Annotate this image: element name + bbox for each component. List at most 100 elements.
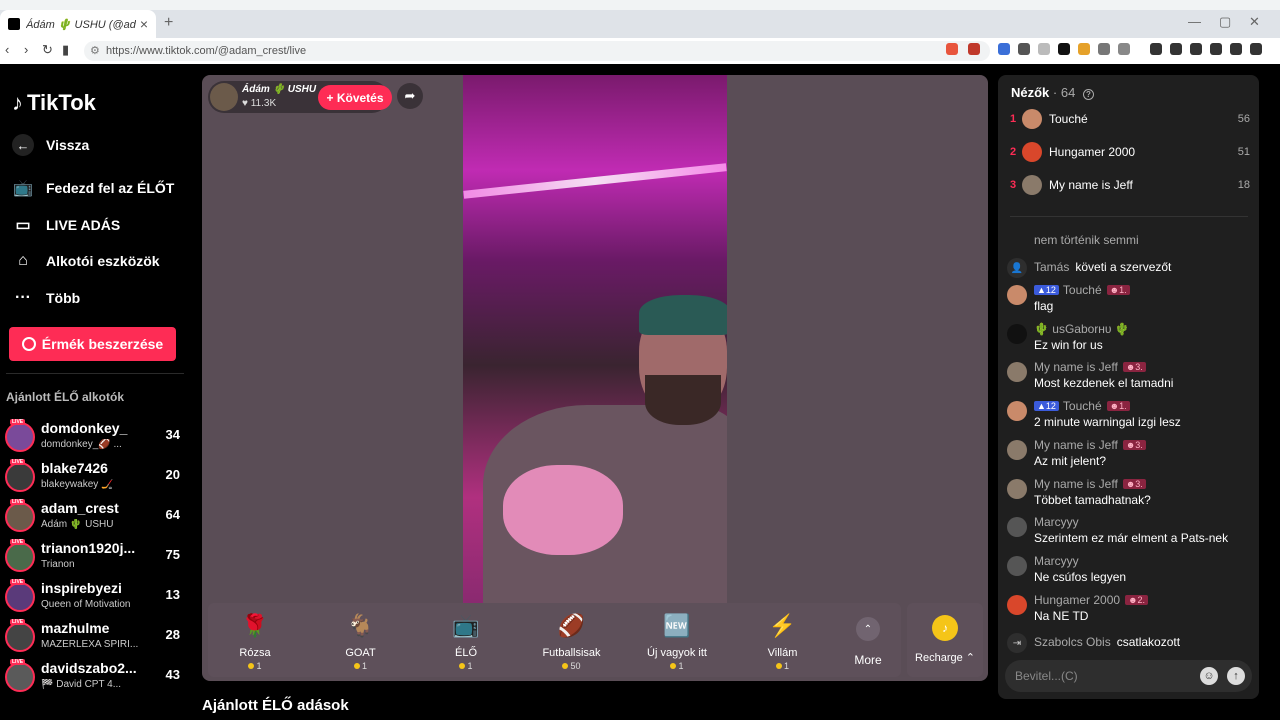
host-name[interactable]: Ádám 🌵 USHU <box>242 84 316 95</box>
avatar[interactable] <box>5 462 35 492</box>
leo-icon[interactable] <box>1210 43 1222 55</box>
username[interactable]: My name is Jeff <box>1034 360 1118 374</box>
avatar[interactable] <box>5 502 35 532</box>
get-coins-button[interactable]: Érmék beszerzése <box>9 327 176 361</box>
extension-icon[interactable] <box>1058 43 1070 55</box>
avatar[interactable] <box>5 422 35 452</box>
viewer-name[interactable]: Touché <box>1049 112 1088 126</box>
top-viewer-row[interactable]: 2 Hungamer 2000 51 <box>1010 142 1250 164</box>
sidebar-icon[interactable] <box>1170 43 1182 55</box>
username[interactable]: Tamás <box>1034 260 1069 274</box>
creator-item[interactable]: LIVE inspirebyezi Queen of Motivation 13 <box>5 579 185 616</box>
avatar[interactable] <box>1007 323 1027 344</box>
emoji-icon[interactable]: ☺ <box>1200 667 1218 685</box>
host-avatar[interactable] <box>210 83 238 111</box>
avatar[interactable] <box>1007 594 1027 615</box>
creator-item[interactable]: LIVE trianon1920j... Trianon 75 <box>5 539 185 576</box>
rewards-icon[interactable] <box>968 43 980 55</box>
address-bar[interactable]: ⚙ https://www.tiktok.com/@adam_crest/liv… <box>84 41 990 61</box>
avatar[interactable] <box>1007 555 1027 576</box>
forward-arrow-icon[interactable]: › <box>24 42 28 57</box>
avatar[interactable] <box>1007 478 1027 499</box>
help-icon[interactable]: ? <box>1082 89 1094 100</box>
username[interactable]: Marcyyy <box>1034 515 1079 529</box>
viewer-name[interactable]: Hungamer 2000 <box>1049 145 1135 159</box>
viewer-name[interactable]: My name is Jeff <box>1049 178 1133 192</box>
gift-item[interactable]: 🌹 Rózsa 1 <box>205 609 305 675</box>
avatar[interactable] <box>1007 439 1027 460</box>
username[interactable]: Touché <box>1063 283 1102 297</box>
avatar[interactable] <box>5 662 35 692</box>
media-icon[interactable] <box>1150 43 1162 55</box>
avatar[interactable] <box>1022 109 1042 129</box>
avatar[interactable] <box>1007 517 1027 538</box>
avatar[interactable] <box>5 542 35 572</box>
creator-item[interactable]: LIVE blake7426 blakeywakey 🏒 20 <box>5 459 185 496</box>
extension-icon[interactable] <box>1038 43 1050 55</box>
creator-name[interactable]: adam_crest <box>41 500 141 516</box>
username[interactable]: My name is Jeff <box>1034 438 1118 452</box>
top-viewer-row[interactable]: 3 My name is Jeff 18 <box>1010 175 1250 197</box>
live-video[interactable] <box>463 75 727 603</box>
username[interactable]: Marcyyy <box>1034 554 1079 568</box>
avatar[interactable] <box>1022 175 1042 195</box>
more-gifts-button[interactable]: ⌃ More <box>838 609 898 667</box>
chat-input[interactable] <box>1015 660 1195 692</box>
menu-icon[interactable] <box>1250 43 1262 55</box>
extension-translate-icon[interactable] <box>998 43 1010 55</box>
creator-item[interactable]: LIVE domdonkey_ domdonkey_🏈 ... 34 <box>5 419 185 456</box>
avatar[interactable] <box>5 622 35 652</box>
avatar[interactable] <box>1007 362 1027 383</box>
nav-explore-live[interactable]: 📺 Fedezd fel az ÉLŐT <box>12 177 174 199</box>
avatar[interactable] <box>1007 285 1027 305</box>
reload-icon[interactable]: ↻ <box>42 42 53 58</box>
browser-tab[interactable]: Ádám 🌵 USHU (@adam_crest... × <box>0 10 156 38</box>
creator-name[interactable]: trianon1920j... <box>41 540 141 556</box>
gift-item[interactable]: ⚡ Villám 1 <box>733 609 833 675</box>
extension-icon[interactable] <box>1018 43 1030 55</box>
close-tab-icon[interactable]: × <box>140 16 148 32</box>
nav-live-studio[interactable]: ▭ LIVE ADÁS <box>12 214 120 236</box>
back-nav-item[interactable]: ← Vissza <box>12 134 89 156</box>
minimize-icon[interactable]: — <box>1188 14 1201 29</box>
creator-item[interactable]: LIVE davidszabo2... 🏁 David CPT 4... 43 <box>5 659 185 696</box>
creator-item[interactable]: LIVE mazhulme MAZERLEXA SPIRI... 28 <box>5 619 185 656</box>
avatar[interactable] <box>1022 142 1042 162</box>
recharge-button[interactable]: ♪ Recharge ⌃ <box>907 603 983 677</box>
username[interactable]: Szabolcs Obis <box>1034 635 1111 649</box>
creator-name[interactable]: inspirebyezi <box>41 580 141 596</box>
nav-creator-tools[interactable]: ⌂ Alkotói eszközök <box>12 250 159 272</box>
maximize-icon[interactable]: ▢ <box>1219 14 1231 30</box>
gift-item[interactable]: 🆕 Új vagyok itt 1 <box>627 609 727 675</box>
send-icon[interactable]: ↑ <box>1227 667 1245 685</box>
brave-shield-icon[interactable] <box>946 43 958 55</box>
creator-item[interactable]: LIVE adam_crest Ádám 🌵 USHU 64 <box>5 499 185 536</box>
username[interactable]: Touché <box>1063 399 1102 413</box>
bookmark-icon[interactable]: ▮ <box>62 42 69 58</box>
close-window-icon[interactable]: ✕ <box>1249 14 1260 30</box>
gift-item[interactable]: 🏈 Futballsisak 50 <box>522 609 622 675</box>
follow-button[interactable]: + Követés <box>318 85 392 110</box>
username[interactable]: My name is Jeff <box>1034 477 1118 491</box>
vpn-icon[interactable] <box>1230 43 1242 55</box>
username[interactable]: 🌵 usGaborʜᴜ 🌵 <box>1034 322 1130 336</box>
puzzle-icon[interactable] <box>1098 43 1110 55</box>
site-info-icon[interactable]: ⚙ <box>90 44 100 57</box>
creator-name[interactable]: domdonkey_ <box>41 420 141 436</box>
new-tab-icon[interactable]: + <box>164 14 173 32</box>
nav-more[interactable]: ··· Több <box>12 287 80 309</box>
gift-item[interactable]: 🐐 GOAT 1 <box>311 609 411 675</box>
extension-icon[interactable] <box>1078 43 1090 55</box>
share-icon[interactable]: ➦ <box>397 83 423 109</box>
avatar[interactable] <box>5 582 35 612</box>
username[interactable]: Hungamer 2000 <box>1034 593 1120 607</box>
back-arrow-icon[interactable]: ‹ <box>5 42 9 57</box>
gift-item[interactable]: 📺 ÉLŐ 1 <box>416 609 516 675</box>
extension-icon[interactable] <box>1118 43 1130 55</box>
tiktok-logo[interactable]: ♪ TikTok <box>12 90 96 116</box>
creator-name[interactable]: blake7426 <box>41 460 141 476</box>
creator-name[interactable]: davidszabo2... <box>41 660 141 676</box>
host-info[interactable]: Ádám 🌵 USHU ♥ 11.3K + Követés <box>208 81 392 113</box>
wallet-icon[interactable] <box>1190 43 1202 55</box>
top-viewer-row[interactable]: 1 Touché 56 <box>1010 109 1250 131</box>
